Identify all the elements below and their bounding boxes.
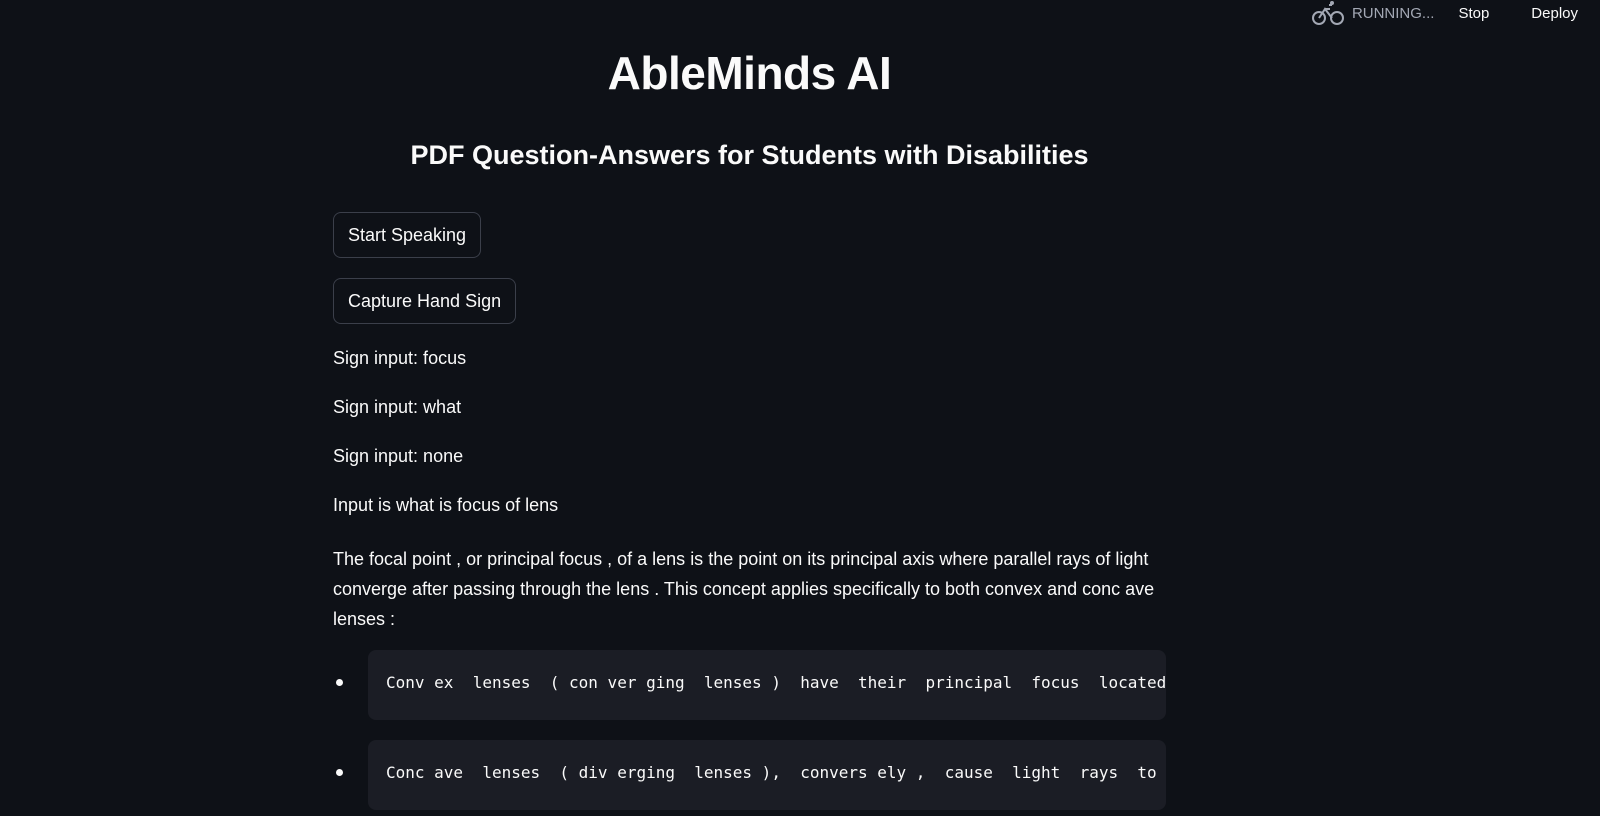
list-item: Conv ex lenses ( con ver ging lenses ) h… <box>333 650 1166 720</box>
page-subtitle: PDF Question-Answers for Students with D… <box>410 140 1089 170</box>
answer-paragraph: The focal point , or principal focus , o… <box>333 549 1155 629</box>
sign-input-line: Sign input: what <box>333 397 462 417</box>
bullet-icon <box>336 679 343 686</box>
code-block[interactable]: Conc ave lenses ( div erging lenses ), c… <box>368 740 1166 810</box>
page-title: AbleMinds AI <box>607 47 892 99</box>
bullet-icon <box>336 769 343 776</box>
code-text: Conc ave lenses ( div erging lenses ), c… <box>386 763 1157 782</box>
input-summary: Input is what is focus of lens <box>333 495 559 515</box>
running-status-text: RUNNING... <box>1351 4 1435 22</box>
sign-input-line: Sign input: none <box>333 446 464 466</box>
top-toolbar: RUNNING... Stop Deploy <box>1311 0 1600 26</box>
stop-button[interactable]: Stop <box>1458 5 1489 22</box>
code-text: Conv ex lenses ( con ver ging lenses ) h… <box>386 673 1166 692</box>
list-item: Conc ave lenses ( div erging lenses ), c… <box>333 740 1166 810</box>
code-block[interactable]: Conv ex lenses ( con ver ging lenses ) h… <box>368 650 1166 720</box>
start-speaking-button[interactable]: Start Speaking <box>333 212 482 258</box>
sign-input-line: Sign input: focus <box>333 348 467 368</box>
capture-hand-sign-button[interactable]: Capture Hand Sign <box>333 278 517 324</box>
deploy-button[interactable]: Deploy <box>1531 5 1578 22</box>
bicycle-icon <box>1311 1 1344 25</box>
running-status: RUNNING... <box>1311 0 1435 26</box>
